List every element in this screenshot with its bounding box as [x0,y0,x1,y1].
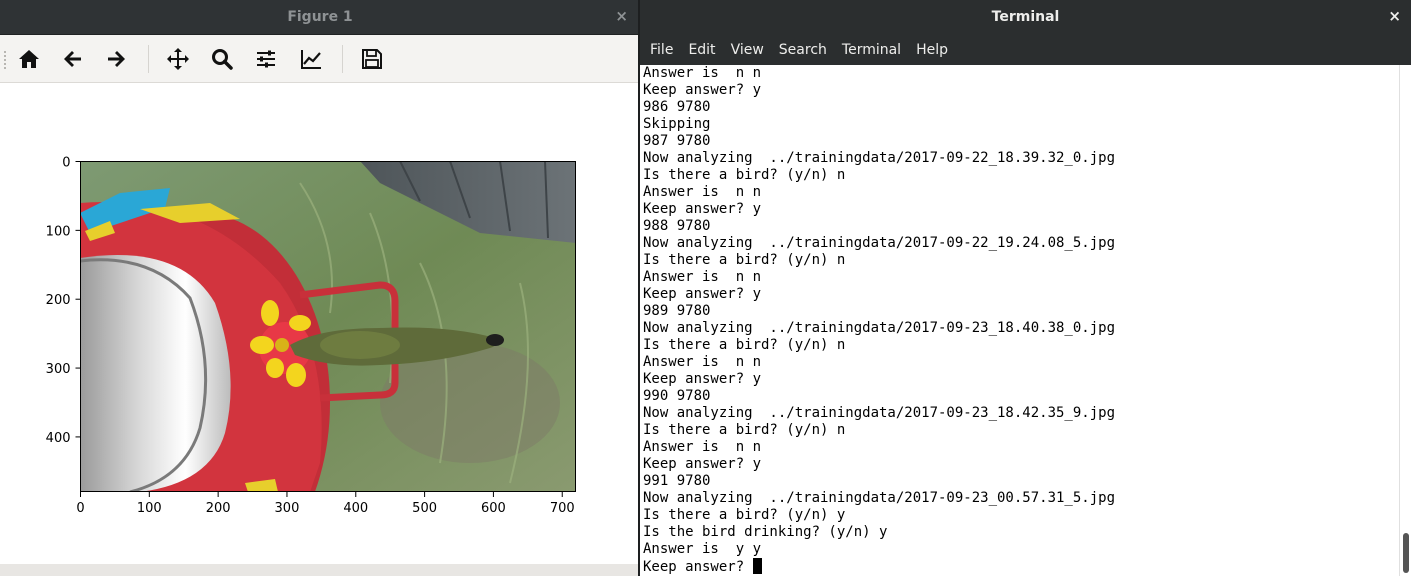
terminal-line: Answer is n n [643,65,762,81]
terminal-line: Answer is n n [643,269,762,285]
figure-toolbar [0,35,640,83]
pan-icon [167,48,189,70]
terminal-close-button[interactable]: × [1388,7,1401,25]
scrollbar-thumb[interactable] [1403,533,1409,573]
y-tick-label: 300 [46,362,71,377]
terminal-line: Answer is n n [643,184,762,200]
save-button[interactable] [357,44,387,74]
x-axis: 0 100 200 300 400 500 600 700 [76,492,575,516]
terminal-line: Now analyzing ../trainingdata/2017-09-23… [643,490,1116,506]
menu-view[interactable]: View [731,42,764,58]
toolbar-separator [342,45,343,73]
terminal-titlebar[interactable]: Terminal × [640,0,1411,35]
figure-canvas[interactable]: 0 100 200 300 400 500 600 700 0 100 200 300 400 [0,83,640,564]
terminal-line: 990 9780 [643,388,711,404]
subplots-button[interactable] [251,44,281,74]
terminal-line: Is the bird drinking? (y/n) y [643,524,888,540]
figure-window: Figure 1 × 0 100 200 300 400 500 600 700… [0,0,640,576]
terminal-line: Keep answer? y [643,456,762,472]
edit-curves-button[interactable] [296,44,326,74]
terminal-line: Keep answer? y [643,201,762,217]
back-arrow-icon [64,51,81,67]
menu-terminal[interactable]: Terminal [842,42,901,58]
terminal-line: Is there a bird? (y/n) n [643,337,846,353]
x-tick-label: 0 [76,501,84,516]
y-tick-label: 200 [46,293,71,308]
terminal-line: Is there a bird? (y/n) n [643,167,846,183]
terminal-line: Keep answer? y [643,82,762,98]
terminal-prompt-text: Keep answer? [643,559,753,575]
zoom-icon [212,49,233,70]
pan-button[interactable] [163,44,193,74]
terminal-line: Keep answer? y [643,286,762,302]
plot-area: 0 100 200 300 400 500 600 700 0 100 200 300 400 [46,156,576,516]
terminal-line: 986 9780 [643,99,711,115]
x-tick-label: 400 [343,501,368,516]
y-tick-label: 400 [46,431,71,446]
terminal-line: Is there a bird? (y/n) n [643,422,846,438]
forward-button[interactable] [101,44,131,74]
x-tick-label: 700 [550,501,575,516]
menu-edit[interactable]: Edit [688,42,715,58]
y-tick-label: 100 [46,224,71,239]
terminal-line: Is there a bird? (y/n) y [643,507,846,523]
terminal-prompt-line: Keep answer? [643,558,1115,575]
figure-statusbar [0,564,640,576]
terminal-line: 987 9780 [643,133,711,149]
save-icon [362,49,382,69]
terminal-menubar: File Edit View Search Terminal Help [640,35,1411,65]
terminal-line: Is there a bird? (y/n) n [643,252,846,268]
x-tick-label: 600 [481,501,506,516]
edit-curves-icon [301,50,321,69]
toolbar-grip-icon[interactable] [4,51,7,69]
menu-file[interactable]: File [650,42,673,58]
terminal-line: Answer is y y [643,541,762,557]
terminal-output[interactable]: Answer is n n Keep answer? y 986 9780 Skipp… [640,65,1399,576]
terminal-lines: Answer is n n Keep answer? y 986 9780 Skipp… [643,65,1115,575]
x-tick-label: 200 [206,501,231,516]
x-tick-label: 300 [275,501,300,516]
terminal-title: Terminal [991,9,1060,25]
terminal-line: 988 9780 [643,218,711,234]
home-button[interactable] [14,44,44,74]
terminal-window: Terminal × File Edit View Search Termina… [640,0,1411,576]
terminal-line: Skipping [643,116,711,132]
y-axis: 0 100 200 300 400 [46,156,81,446]
terminal-line: Now analyzing ../trainingdata/2017-09-22… [643,235,1116,251]
terminal-line: Now analyzing ../trainingdata/2017-09-23… [643,320,1116,336]
terminal-line: 989 9780 [643,303,711,319]
zoom-button[interactable] [207,44,237,74]
toolbar-separator [148,45,149,73]
terminal-line: Keep answer? y [643,371,762,387]
forward-arrow-icon [108,51,125,67]
subplots-icon [257,50,275,68]
x-tick-label: 100 [137,501,162,516]
terminal-line: Answer is n n [643,439,762,455]
home-icon [19,50,39,68]
figure-close-button[interactable]: × [615,7,628,25]
terminal-line: Now analyzing ../trainingdata/2017-09-22… [643,150,1116,166]
x-tick-label: 500 [412,501,437,516]
menu-help[interactable]: Help [916,42,948,58]
figure-titlebar[interactable]: Figure 1 × [0,0,640,35]
figure-title: Figure 1 [287,9,353,25]
menu-search[interactable]: Search [779,42,827,58]
terminal-scrollbar[interactable] [1399,65,1411,576]
back-button[interactable] [58,44,88,74]
terminal-line: Now analyzing ../trainingdata/2017-09-23… [643,405,1116,421]
y-tick-label: 0 [62,156,70,171]
terminal-line: 991 9780 [643,473,711,489]
terminal-line: Answer is n n [643,354,762,370]
terminal-cursor [752,558,762,574]
